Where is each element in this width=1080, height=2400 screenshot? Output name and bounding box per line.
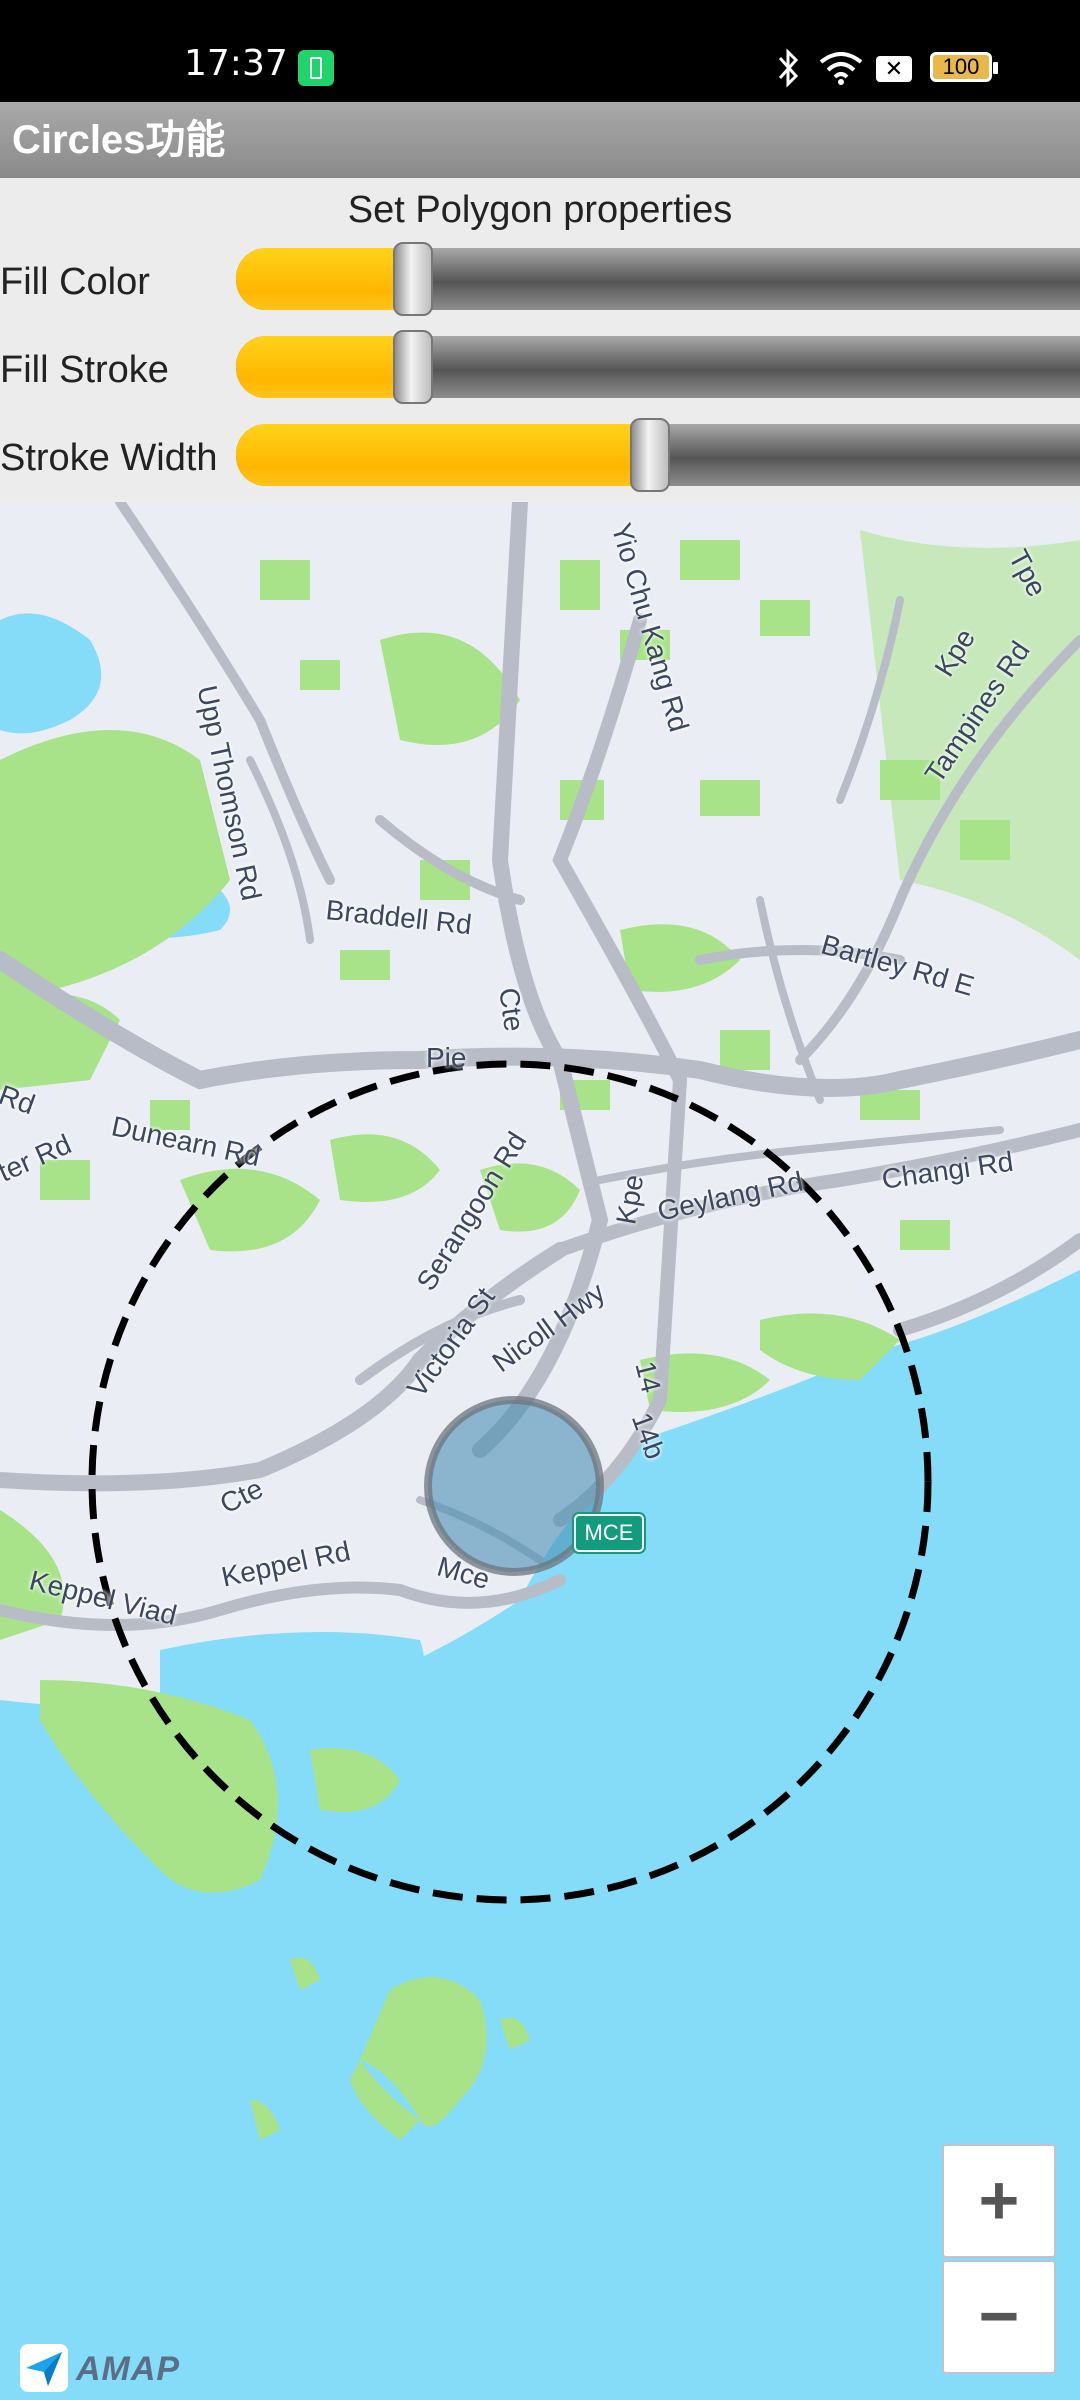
slider-fill: [236, 424, 650, 486]
slider-fill: [236, 336, 413, 398]
bluetooth-icon: [778, 48, 799, 88]
app-title: Circles功能: [12, 118, 226, 162]
status-time: 17:37: [184, 43, 288, 84]
battery-icon: 100: [930, 52, 998, 82]
zoom-in-button[interactable]: +: [942, 2144, 1056, 2258]
mce-highway-badge: MCE: [574, 1514, 644, 1552]
app-title-bar: Circles功能: [0, 102, 1080, 178]
slider-thumb[interactable]: [393, 330, 433, 404]
stroke-width-slider[interactable]: [236, 418, 1080, 492]
polygon-controls-panel: Set Polygon properties Fill Color Fill S…: [0, 178, 1080, 502]
fill-color-slider[interactable]: [236, 242, 1080, 316]
sim-x-icon: ✕: [876, 56, 912, 82]
controls-heading: Set Polygon properties: [347, 189, 733, 231]
map-label: Pie: [426, 1042, 467, 1073]
charging-icon: [298, 50, 334, 86]
slider-fill: [236, 248, 413, 310]
fill-color-label: Fill Color: [0, 261, 150, 303]
amap-logo-icon: [20, 2344, 68, 2392]
map-view[interactable]: Yio Chu Kang Rd Tpe Kpe Tampines Rd Upp …: [0, 502, 1080, 2400]
zoom-out-button[interactable]: −: [942, 2260, 1056, 2374]
map-label: Cte: [493, 985, 530, 1034]
fill-stroke-slider[interactable]: [236, 330, 1080, 404]
amap-logo: AMAP: [20, 2344, 180, 2394]
amap-logo-text: AMAP: [76, 2350, 181, 2388]
map-canvas: [0, 502, 1080, 2400]
stroke-width-label: Stroke Width: [0, 437, 218, 479]
slider-thumb[interactable]: [393, 242, 433, 316]
status-bar: 17:37 ✕ 100: [0, 0, 1080, 102]
wifi-icon: [819, 52, 863, 85]
slider-thumb[interactable]: [630, 418, 670, 492]
fill-stroke-label: Fill Stroke: [0, 349, 169, 391]
